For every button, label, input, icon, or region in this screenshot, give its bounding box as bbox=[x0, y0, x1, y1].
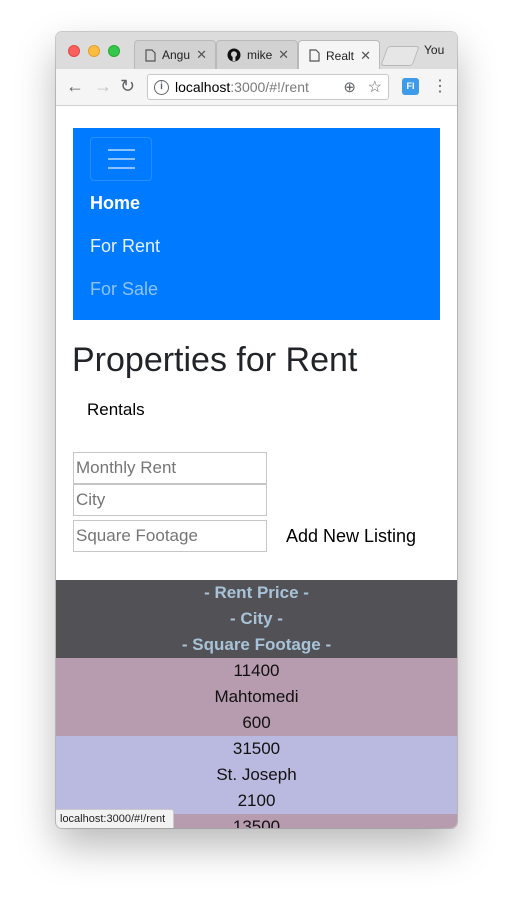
rent-cell: 31500 bbox=[232, 739, 281, 758]
tab-angular[interactable]: Angu ✕ bbox=[134, 40, 216, 69]
forward-arrow-icon[interactable]: → bbox=[94, 77, 112, 95]
page-title: Properties for Rent bbox=[72, 341, 358, 379]
sqft-cell: 600 bbox=[242, 713, 271, 732]
city-header: - City - bbox=[230, 609, 283, 628]
status-bar-url: localhost:3000/#!/rent bbox=[56, 809, 175, 828]
square-footage-input[interactable] bbox=[73, 520, 267, 552]
profile-label[interactable]: You bbox=[424, 43, 444, 57]
browser-window: Angu ✕ mike ✕ Realt ✕ You ← → ↻ i localh… bbox=[56, 32, 457, 828]
navbar: Home For Rent For Sale bbox=[73, 128, 440, 320]
tab-github[interactable]: mike ✕ bbox=[216, 40, 298, 69]
square-footage-header: - Square Footage - bbox=[181, 635, 332, 654]
zoom-icon[interactable]: ⊕ bbox=[343, 78, 356, 96]
table-row: 11400 Mahtomedi 600 bbox=[56, 658, 457, 736]
reload-icon[interactable]: ↻ bbox=[120, 77, 135, 95]
nav-for-rent-link[interactable]: For Rent bbox=[90, 236, 160, 257]
tab-label: mike bbox=[247, 48, 273, 62]
tab-label: Angu bbox=[162, 48, 191, 62]
info-icon[interactable]: i bbox=[154, 79, 169, 95]
city-cell: St. Joseph bbox=[216, 765, 297, 784]
bookmark-star-icon[interactable]: ☆ bbox=[368, 77, 382, 97]
table-header: - Rent Price - - City - - Square Footage… bbox=[56, 580, 457, 658]
monthly-rent-input[interactable] bbox=[73, 452, 267, 484]
url-path: :3000/#!/rent bbox=[230, 79, 309, 95]
rentals-link[interactable]: Rentals bbox=[87, 400, 145, 420]
title-bar: Angu ✕ mike ✕ Realt ✕ You bbox=[56, 32, 457, 70]
browser-toolbar: ← → ↻ i localhost:3000/#!/rent ⊕ ☆ FI ⋮ bbox=[56, 69, 457, 106]
page-content: Home For Rent For Sale Properties for Re… bbox=[56, 106, 457, 828]
city-input[interactable] bbox=[73, 484, 267, 516]
close-icon[interactable]: ✕ bbox=[278, 47, 289, 63]
close-icon[interactable]: ✕ bbox=[196, 47, 207, 63]
minimize-window-button[interactable] bbox=[88, 45, 100, 57]
close-window-button[interactable] bbox=[68, 45, 80, 57]
github-icon bbox=[227, 48, 241, 62]
extension-icon[interactable]: FI bbox=[402, 78, 419, 95]
tab-realty[interactable]: Realt ✕ bbox=[298, 40, 380, 70]
nav-for-sale-link[interactable]: For Sale bbox=[90, 279, 158, 300]
menu-dots-icon[interactable]: ⋮ bbox=[432, 76, 448, 96]
page-icon bbox=[145, 48, 156, 62]
url-host: localhost bbox=[175, 79, 231, 95]
table-row: 31500 St. Joseph 2100 bbox=[56, 736, 457, 814]
add-new-listing-button[interactable]: Add New Listing bbox=[286, 526, 416, 547]
nav-home-link[interactable]: Home bbox=[90, 193, 140, 214]
back-arrow-icon[interactable]: ← bbox=[66, 77, 84, 95]
navbar-toggler-button[interactable] bbox=[90, 137, 152, 181]
address-bar[interactable]: i localhost:3000/#!/rent ⊕ ☆ bbox=[147, 74, 389, 100]
new-tab-button[interactable] bbox=[380, 46, 420, 66]
rent-cell: 11400 bbox=[233, 661, 280, 680]
maximize-window-button[interactable] bbox=[108, 45, 120, 57]
city-cell: Mahtomedi bbox=[214, 687, 299, 706]
rentals-table: - Rent Price - - City - - Square Footage… bbox=[56, 580, 457, 828]
tab-label: Realt bbox=[326, 48, 355, 63]
page-icon bbox=[309, 49, 320, 62]
rent-price-header: - Rent Price - bbox=[204, 583, 309, 602]
close-icon[interactable]: ✕ bbox=[360, 48, 371, 64]
